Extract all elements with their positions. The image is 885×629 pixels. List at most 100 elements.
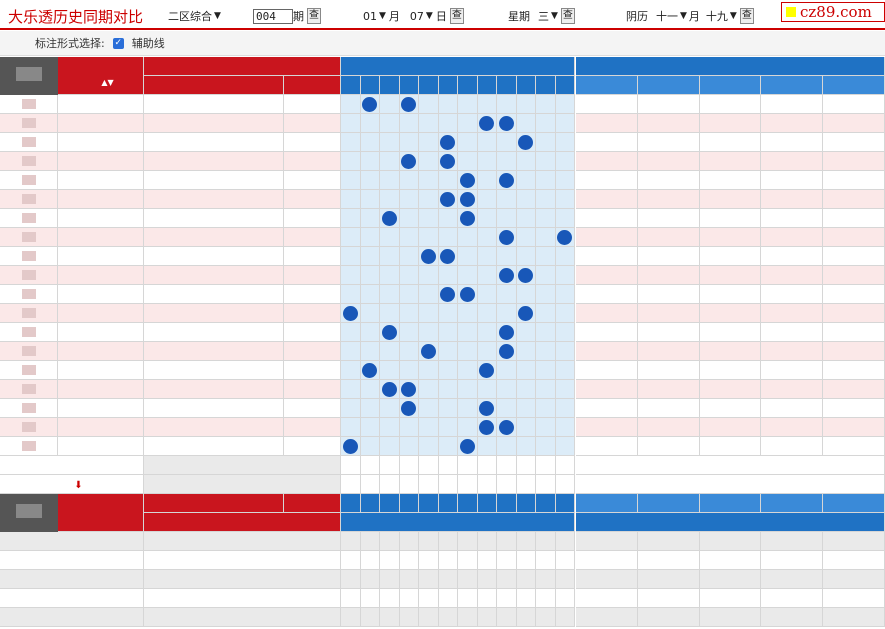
predict-dist-cell[interactable] xyxy=(536,456,556,475)
dist-cell xyxy=(399,228,419,247)
dist-cell xyxy=(360,399,380,418)
predict-dist-cell[interactable] xyxy=(380,456,400,475)
predict-zone-input[interactable] xyxy=(144,456,341,475)
predict-dist-cell[interactable] xyxy=(477,456,497,475)
predict-dist-cell[interactable] xyxy=(341,456,361,475)
predict-dist-cell[interactable] xyxy=(438,475,458,494)
stats-value xyxy=(477,551,497,570)
dist-cell xyxy=(438,133,458,152)
predict-dist-cell[interactable] xyxy=(477,475,497,494)
predict-dist-cell[interactable] xyxy=(497,475,517,494)
lunar-day-select[interactable]: 十九 ▼ xyxy=(706,8,737,24)
row-avatar xyxy=(0,171,58,190)
attr-value xyxy=(699,190,762,209)
dist-cell xyxy=(419,228,439,247)
stats-attr-empty xyxy=(823,589,885,608)
predict-dist-cell[interactable] xyxy=(341,475,361,494)
drawn-number-ball xyxy=(401,154,417,169)
attr-value xyxy=(761,361,824,380)
predict-dist-cell[interactable] xyxy=(497,456,517,475)
predict-label[interactable]: ⬇ xyxy=(0,475,144,494)
dist-col-header xyxy=(536,76,556,95)
brand-logo[interactable]: cz89.com xyxy=(781,2,885,22)
query-button-issue[interactable]: 查 xyxy=(307,8,321,24)
dist-cell xyxy=(536,133,556,152)
stats-value xyxy=(438,532,458,551)
stats-attr-empty xyxy=(761,589,824,608)
dist-cell xyxy=(438,304,458,323)
filter-select-value: 二区综合 xyxy=(168,10,212,23)
month-select[interactable]: 01 ▼ xyxy=(363,10,386,23)
attr-value xyxy=(823,95,885,114)
dist-cell xyxy=(497,399,517,418)
predict-dist-cell[interactable] xyxy=(438,456,458,475)
issue-number xyxy=(58,304,144,323)
zone2-numbers xyxy=(284,304,341,323)
predict-dist-cell[interactable] xyxy=(516,456,536,475)
stats-attr-empty xyxy=(576,570,638,589)
footer-dist-col xyxy=(380,494,400,513)
predict-dist-cell[interactable] xyxy=(360,456,380,475)
issue-number xyxy=(58,342,144,361)
checkbox-icon[interactable]: ✓ xyxy=(112,37,124,49)
dist-col-header xyxy=(458,76,478,95)
issue-number xyxy=(58,95,144,114)
predict-dist-cell[interactable] xyxy=(419,456,439,475)
blurred-icon xyxy=(21,251,36,261)
predict-dist-cell[interactable] xyxy=(458,456,478,475)
dist-cell xyxy=(341,361,361,380)
dist-cell xyxy=(380,114,400,133)
row-avatar xyxy=(0,247,58,266)
query-button-date[interactable]: 查 xyxy=(449,8,464,24)
attr-value xyxy=(823,171,885,190)
stats-value xyxy=(458,570,478,589)
predict-dist-cell[interactable] xyxy=(419,475,439,494)
predict-dist-cell[interactable] xyxy=(536,475,556,494)
table-row xyxy=(0,437,885,456)
query-button-lunar[interactable]: 查 xyxy=(739,8,754,24)
month-select-value: 01 xyxy=(363,9,377,23)
issue-number xyxy=(58,133,144,152)
drawn-number-ball xyxy=(518,135,534,150)
issue-input[interactable]: 004 xyxy=(253,8,293,24)
checkbox-label[interactable]: 辅助线 xyxy=(132,35,165,51)
lunar-month-select[interactable]: 十一 ▼ xyxy=(656,8,687,24)
dist-cell xyxy=(458,247,478,266)
arrow-down-icon[interactable]: ⬇ xyxy=(74,480,82,491)
predict-dist-cell[interactable] xyxy=(555,475,575,494)
dist-cell xyxy=(380,247,400,266)
predict-label[interactable] xyxy=(0,456,144,475)
stats-row xyxy=(0,532,885,551)
predict-dist-cell[interactable] xyxy=(399,475,419,494)
attr-value xyxy=(576,437,638,456)
attr-value xyxy=(761,95,824,114)
dist-cell xyxy=(360,380,380,399)
query-button-week[interactable]: 查 xyxy=(560,8,575,24)
day-select[interactable]: 07 ▼ xyxy=(410,10,433,23)
dist-cell xyxy=(516,95,536,114)
predict-dist-cell[interactable] xyxy=(458,475,478,494)
predict-dist-cell[interactable] xyxy=(360,475,380,494)
attr-value xyxy=(637,399,700,418)
stats-value xyxy=(341,532,361,551)
predict-dist-cell[interactable] xyxy=(516,475,536,494)
blurred-icon xyxy=(21,232,36,242)
week-select[interactable]: 三 ▼ xyxy=(538,8,558,24)
drawn-number-ball xyxy=(381,211,397,226)
attr-value xyxy=(761,323,824,342)
filter-select[interactable]: 二区综合 ▼ xyxy=(168,8,221,24)
attr-value xyxy=(823,285,885,304)
drawn-number-ball xyxy=(479,363,495,378)
footer-attr-col xyxy=(699,494,762,513)
predict-zone-input[interactable] xyxy=(144,475,341,494)
lunar-month-label: 月 xyxy=(688,10,700,23)
stats-value xyxy=(341,608,361,627)
attr-value xyxy=(761,152,824,171)
predict-dist-cell[interactable] xyxy=(555,456,575,475)
predict-dist-cell[interactable] xyxy=(380,475,400,494)
dist-cell xyxy=(477,304,497,323)
dist-cell xyxy=(399,437,419,456)
predict-dist-cell[interactable] xyxy=(399,456,419,475)
dist-cell xyxy=(555,228,575,247)
chevron-down-icon: ▼ xyxy=(214,11,221,21)
